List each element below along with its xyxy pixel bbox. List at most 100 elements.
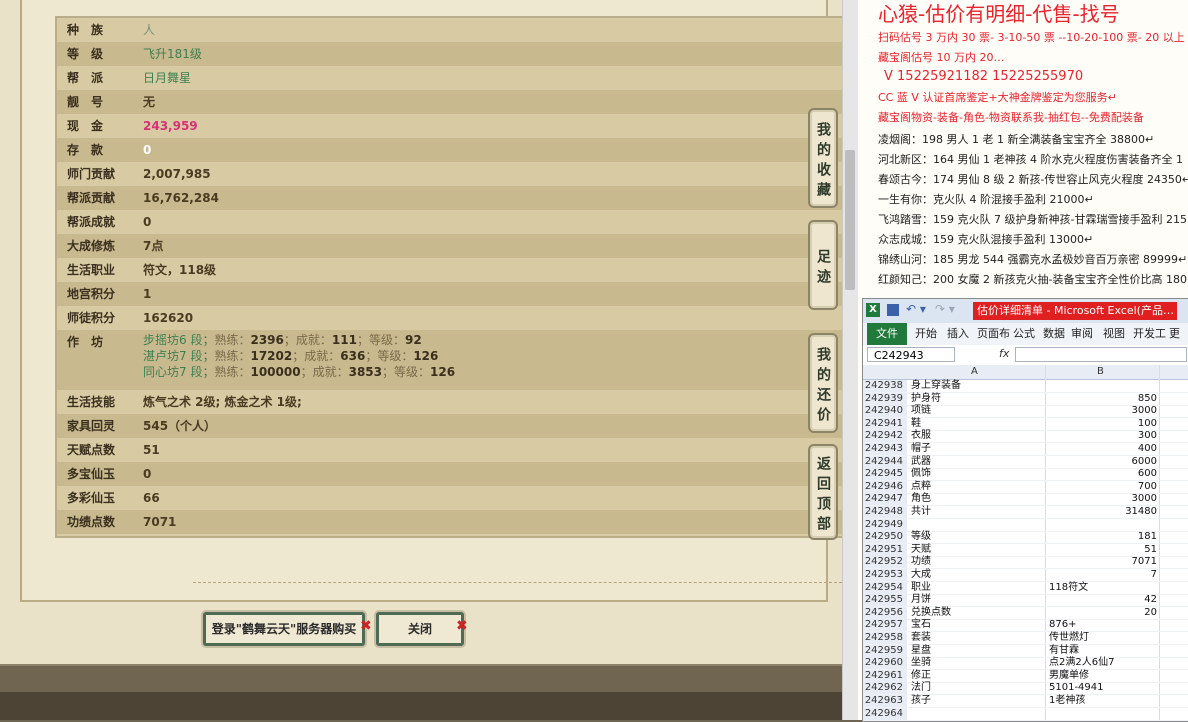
cell-b[interactable]: 7071 — [1045, 556, 1157, 568]
redo-icon[interactable]: ↷ ▾ — [935, 302, 955, 316]
side-button-0[interactable]: 我的收藏 — [808, 108, 838, 208]
fx-icon[interactable]: fx — [999, 347, 1009, 360]
cell-a[interactable]: 角色 — [911, 493, 931, 505]
cell-a[interactable]: 大成 — [911, 569, 931, 581]
formula-input[interactable] — [1015, 347, 1187, 362]
row-number[interactable]: 242955 — [863, 594, 907, 607]
cell-a[interactable]: 共计 — [911, 506, 931, 518]
cell-b[interactable]: 181 — [1045, 531, 1157, 543]
tab-file[interactable]: 文件 — [867, 323, 907, 345]
cell-a[interactable]: 等级 — [911, 531, 931, 543]
cell-b[interactable]: 点2满2人6仙7 — [1049, 657, 1114, 669]
cell-b[interactable]: 31480 — [1045, 506, 1157, 518]
row-number[interactable]: 242948 — [863, 506, 907, 518]
cell-a[interactable]: 帽子 — [911, 443, 931, 455]
cell-b[interactable]: 3000 — [1045, 405, 1157, 417]
row-number[interactable]: 242956 — [863, 606, 907, 619]
buy-on-server-button[interactable]: 登录"鹤舞云天"服务器购买 — [203, 612, 365, 646]
cell-b[interactable]: 传世燃灯 — [1049, 632, 1089, 644]
tab-4[interactable]: 公式 — [1013, 323, 1035, 345]
cell-a[interactable]: 星盘 — [911, 645, 931, 657]
cell-b[interactable]: 42 — [1045, 594, 1157, 606]
row-number[interactable]: 242954 — [863, 581, 907, 594]
tab-8[interactable]: 开发工 — [1133, 323, 1166, 345]
cell-a[interactable]: 套装 — [911, 632, 931, 644]
cell-a[interactable]: 衣服 — [911, 430, 931, 442]
cell-a[interactable]: 法门 — [911, 682, 931, 694]
doc-scrollbar-thumb[interactable] — [845, 150, 855, 290]
row-number[interactable]: 242961 — [863, 669, 907, 682]
row-number[interactable]: 242947 — [863, 493, 907, 506]
name-box[interactable]: C242943 — [867, 347, 955, 362]
row-number[interactable]: 242945 — [863, 468, 907, 481]
row-number[interactable]: 242963 — [863, 695, 907, 707]
cell-b[interactable]: 300 — [1045, 430, 1157, 442]
cell-b[interactable]: 51 — [1045, 544, 1157, 556]
side-button-1[interactable]: 足迹 — [808, 220, 838, 310]
cell-b[interactable]: 118符文 — [1049, 582, 1088, 594]
row-number[interactable]: 242952 — [863, 556, 907, 569]
tab-1[interactable]: 开始 — [915, 323, 937, 345]
row-number[interactable]: 242949 — [863, 518, 907, 531]
cell-b[interactable]: 876+ — [1049, 619, 1076, 631]
row-number[interactable]: 242959 — [863, 644, 907, 657]
cell-a[interactable]: 佩饰 — [911, 468, 931, 480]
row-number[interactable]: 242942 — [863, 430, 907, 443]
cell-a[interactable]: 职业 — [911, 582, 931, 594]
column-header-b[interactable]: B — [1097, 365, 1104, 379]
side-button-3[interactable]: 返回顶部 — [808, 444, 838, 540]
cell-a[interactable]: 身上穿装备 — [911, 380, 961, 392]
row-number[interactable]: 242940 — [863, 405, 907, 418]
cell-b[interactable]: 5101-4941 — [1049, 682, 1104, 694]
cell-a[interactable]: 功绩 — [911, 556, 931, 568]
undo-icon[interactable]: ↶ ▾ — [906, 302, 926, 316]
row-number[interactable]: 242960 — [863, 657, 907, 670]
cell-b[interactable]: 100 — [1045, 418, 1157, 430]
side-button-2[interactable]: 我的还价 — [808, 333, 838, 433]
tab-5[interactable]: 数据 — [1043, 323, 1065, 345]
cell-b[interactable]: 男魔单修 — [1049, 670, 1089, 682]
cell-a[interactable]: 天赋 — [911, 544, 931, 556]
row-number[interactable]: 242953 — [863, 569, 907, 581]
cell-b[interactable]: 7 — [1045, 569, 1157, 581]
row-number[interactable]: 242964 — [863, 707, 907, 720]
cell-a[interactable]: 鞋 — [911, 418, 921, 430]
cell-a[interactable]: 坐骑 — [911, 657, 931, 669]
cell-a[interactable]: 月饼 — [911, 594, 931, 606]
row-number[interactable]: 242941 — [863, 417, 907, 430]
cell-b[interactable]: 400 — [1045, 443, 1157, 455]
cell-a[interactable]: 护身符 — [911, 393, 941, 405]
save-icon[interactable] — [887, 304, 899, 316]
row-number[interactable]: 242950 — [863, 531, 907, 544]
row-number[interactable]: 242962 — [863, 682, 907, 695]
cell-a[interactable]: 宝石 — [911, 619, 931, 631]
cell-a[interactable]: 兑换点数 — [911, 607, 951, 619]
cell-b[interactable]: 20 — [1045, 607, 1157, 619]
cell-b[interactable]: 850 — [1045, 393, 1157, 405]
row-number[interactable]: 242951 — [863, 543, 907, 556]
cell-a[interactable]: 修正 — [911, 670, 931, 682]
row-number[interactable]: 242943 — [863, 443, 907, 455]
cell-a[interactable]: 项链 — [911, 405, 931, 417]
cell-b[interactable]: 700 — [1045, 481, 1157, 493]
cell-b[interactable]: 3000 — [1045, 493, 1157, 505]
tab-7[interactable]: 视图 — [1103, 323, 1125, 345]
doc-scrollbar[interactable] — [842, 0, 859, 720]
row-number[interactable]: 242944 — [863, 455, 907, 468]
close-button[interactable]: 关闭 — [376, 612, 464, 646]
tab-3[interactable]: 页面布 — [977, 323, 1010, 345]
cell-b[interactable]: 1老神孩 — [1049, 695, 1085, 707]
tab-6[interactable]: 审阅 — [1071, 323, 1093, 345]
tab-2[interactable]: 插入 — [947, 323, 969, 345]
column-header-a[interactable]: A — [971, 365, 978, 379]
cell-a[interactable]: 点粹 — [911, 481, 931, 493]
row-number[interactable]: 242938 — [863, 380, 907, 392]
row-number[interactable]: 242939 — [863, 392, 907, 405]
row-number[interactable]: 242946 — [863, 480, 907, 493]
cell-b[interactable]: 6000 — [1045, 456, 1157, 468]
cell-a[interactable]: 武器 — [911, 456, 931, 468]
cell-b[interactable]: 600 — [1045, 468, 1157, 480]
cell-a[interactable]: 孩子 — [911, 695, 931, 707]
row-number[interactable]: 242957 — [863, 619, 907, 632]
cell-b[interactable]: 有甘霖 — [1049, 645, 1079, 657]
